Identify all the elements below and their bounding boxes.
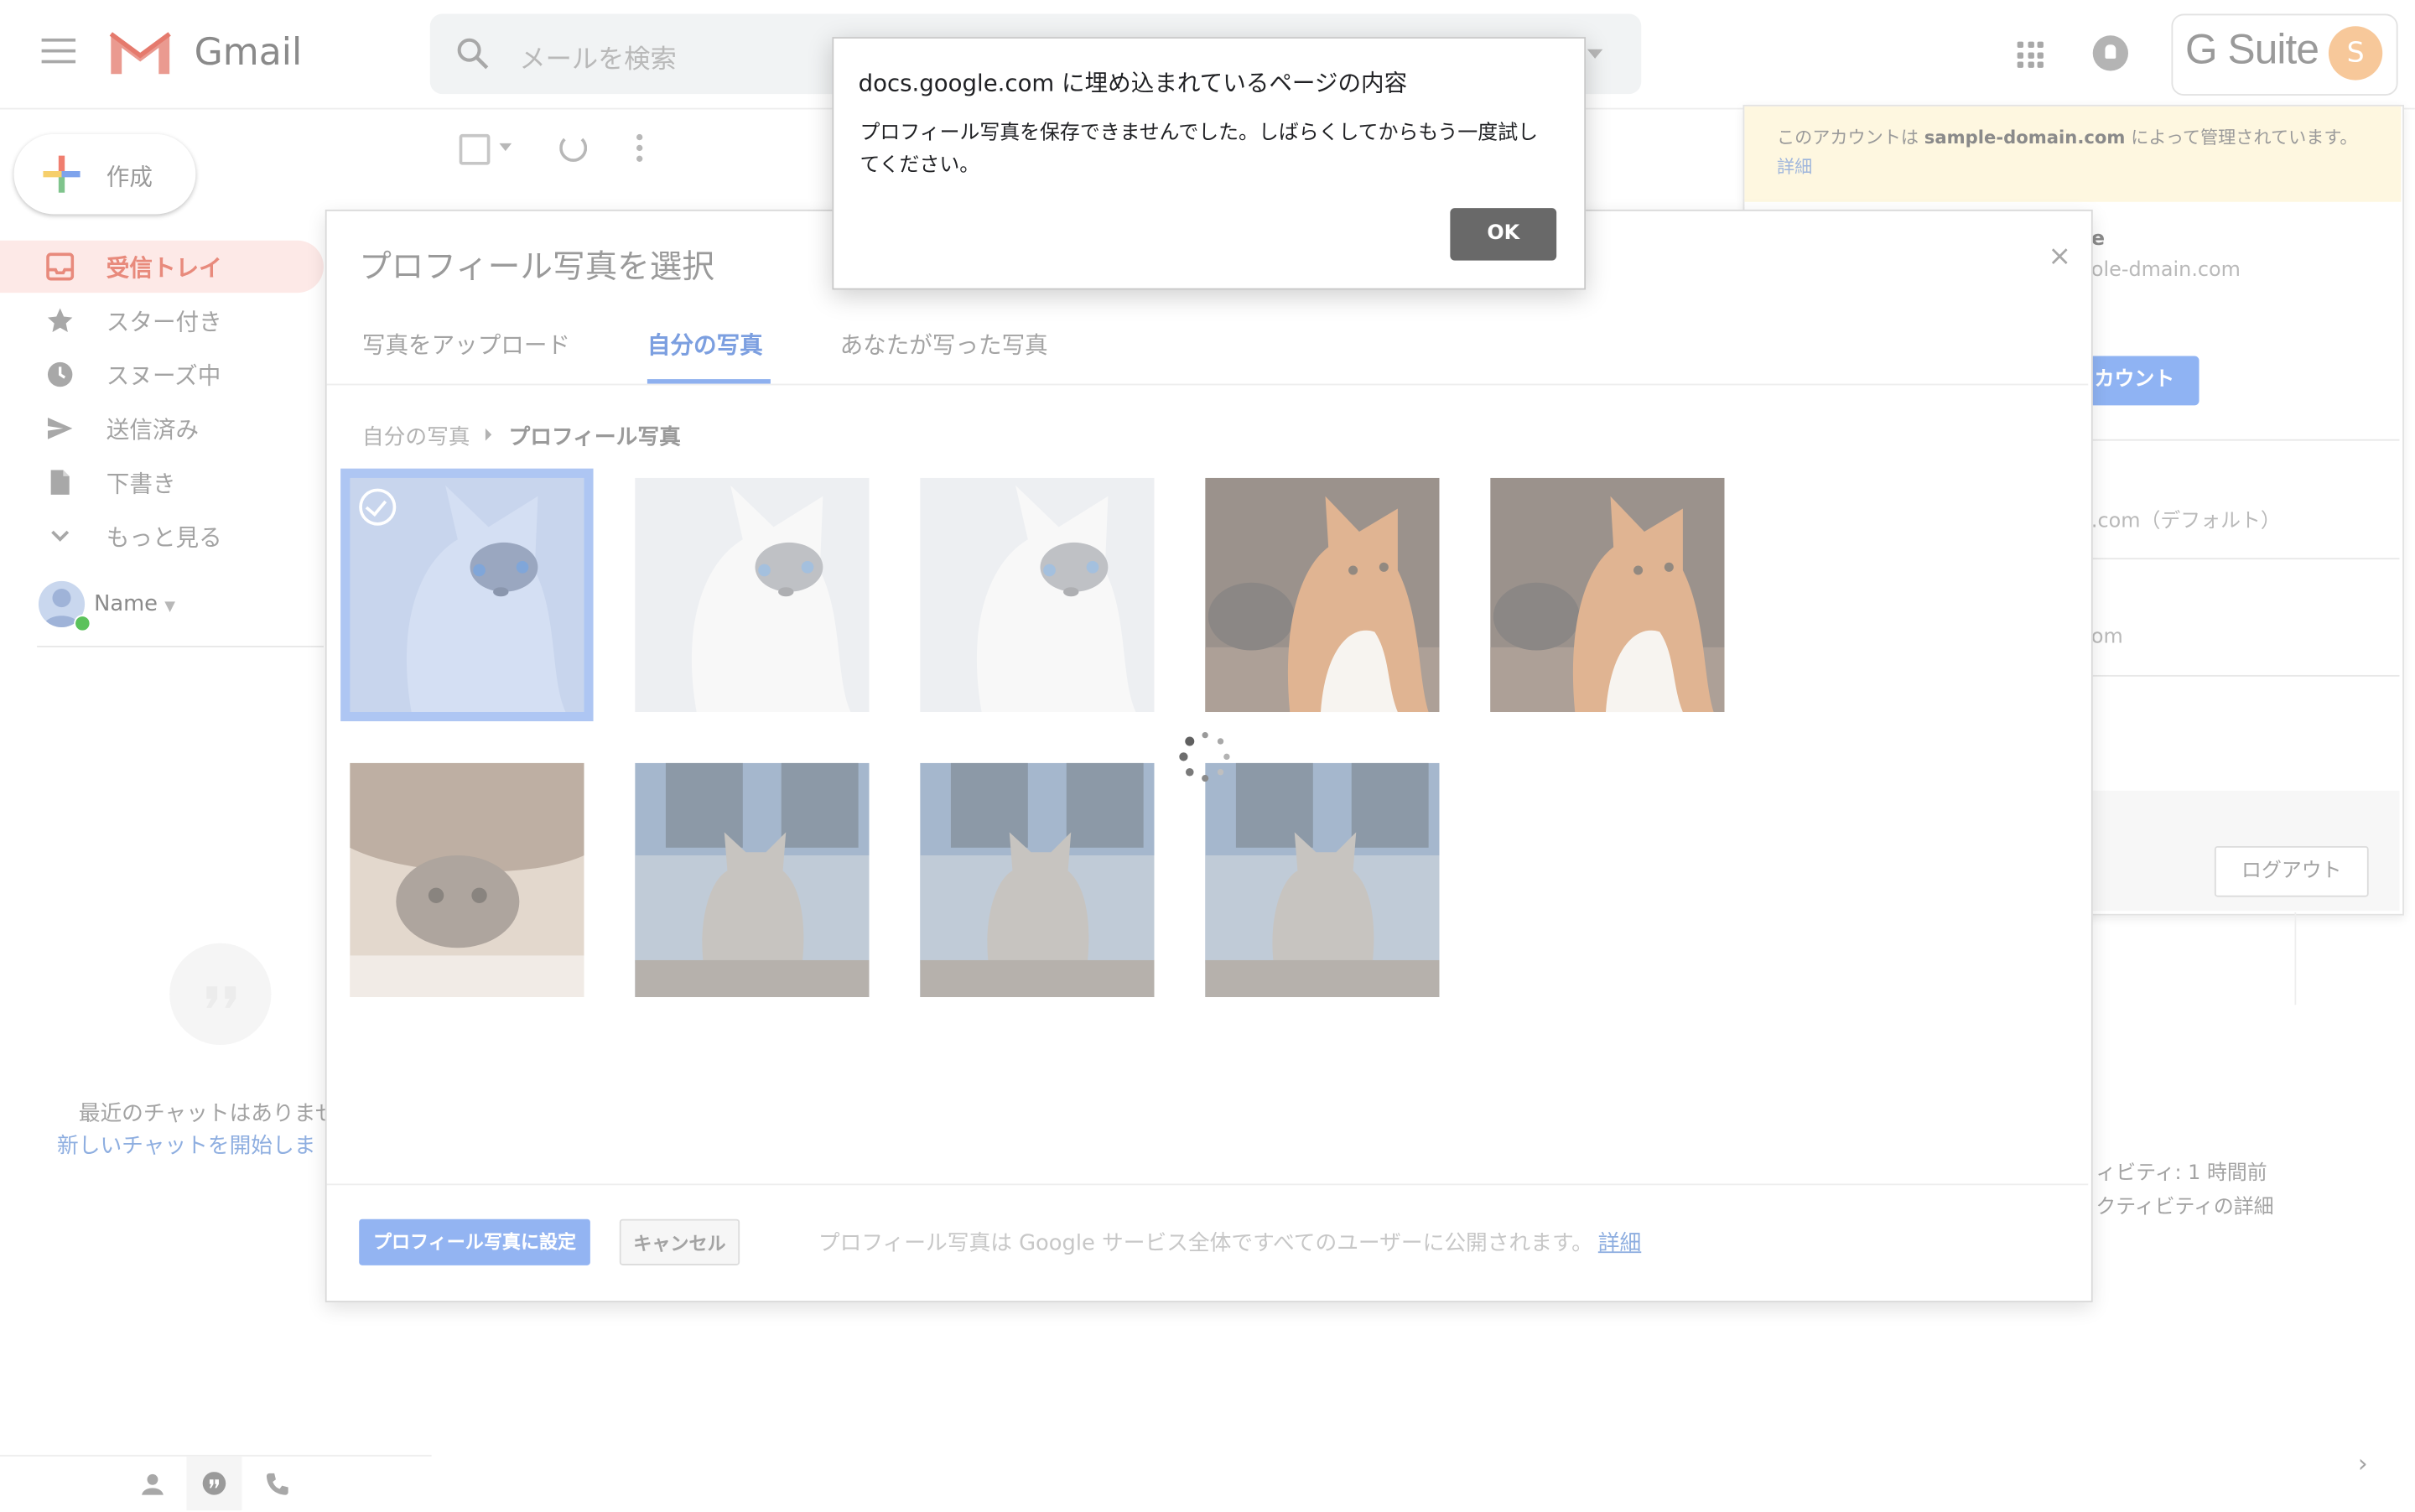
ok-button[interactable]: OK xyxy=(1450,208,1557,261)
photo-thumbnail[interactable] xyxy=(920,762,1155,998)
refresh-icon[interactable] xyxy=(559,133,588,162)
chat-empty-text: 最近のチャットはありませ xyxy=(78,1102,325,1127)
logout-button[interactable]: ログアウト xyxy=(2214,845,2369,897)
alert-title: docs.google.com に埋め込まれているページの内容 xyxy=(858,69,1408,97)
sidebar-item-inbox[interactable]: 受信トレイ xyxy=(0,240,324,294)
gmail-logo-icon xyxy=(108,28,173,83)
draft-icon xyxy=(46,469,74,496)
other-account-fragment[interactable]: om xyxy=(2091,626,2123,649)
compose-plus-icon xyxy=(43,155,80,193)
selected-check-icon xyxy=(359,488,397,526)
chevron-down-icon xyxy=(46,522,74,550)
set-profile-photo-button[interactable]: プロフィール写真に設定 xyxy=(359,1218,590,1265)
tab-photos-of-you[interactable]: あなたが写った写真 xyxy=(840,328,1048,361)
account-email-fragment: ole-dmain.com xyxy=(2090,258,2241,283)
hamburger-menu-icon[interactable] xyxy=(41,38,76,66)
panel-divider xyxy=(2090,674,2400,677)
search-input[interactable]: メールを検索 xyxy=(519,37,676,75)
inbox-icon xyxy=(46,252,75,281)
search-options-icon[interactable] xyxy=(1587,49,1603,59)
sidebar-divider xyxy=(37,646,324,647)
breadcrumb-chevron-icon xyxy=(485,428,492,441)
breadcrumb-my-photos[interactable]: 自分の写真 xyxy=(362,421,470,452)
photo-thumbnail[interactable] xyxy=(1205,477,1440,713)
sidebar-item-snoozed[interactable]: スヌーズ中 xyxy=(0,348,324,400)
panel-divider xyxy=(2090,439,2400,441)
breadcrumb-profile-photos: プロフィール写真 xyxy=(508,425,681,450)
apps-grid-icon[interactable] xyxy=(2017,41,2044,68)
sidebar-item-more[interactable]: もっと見る xyxy=(0,510,324,562)
photo-thumbnail[interactable] xyxy=(1490,477,1725,713)
photo-thumbnail[interactable] xyxy=(635,762,870,998)
start-chat-link[interactable]: 新しいチャットを開始しま xyxy=(57,1130,325,1161)
google-account-button[interactable]: カウント xyxy=(2088,356,2199,406)
activity-details-link[interactable]: クティビティの詳細 xyxy=(2096,1190,2273,1219)
sidebar-item-drafts[interactable]: 下書き xyxy=(0,456,324,508)
tabs-divider xyxy=(326,383,2089,386)
user-name[interactable]: Name ▼ xyxy=(94,592,175,616)
picker-footer-divider xyxy=(326,1183,2089,1186)
clock-icon xyxy=(46,361,74,388)
loading-spinner-icon xyxy=(1179,730,1231,782)
select-menu-chevron-icon[interactable] xyxy=(499,143,512,152)
expand-side-panel-icon[interactable]: › xyxy=(2358,1449,2368,1478)
contacts-icon[interactable] xyxy=(140,1472,164,1503)
panel-divider xyxy=(2090,558,2400,560)
sidebar-item-label: 下書き xyxy=(106,470,176,498)
sidebar-item-sent[interactable]: 送信済み xyxy=(0,403,324,455)
account-avatar[interactable]: S xyxy=(2328,26,2383,81)
photo-thumbnail[interactable] xyxy=(635,477,870,713)
send-icon xyxy=(46,414,74,442)
close-icon[interactable]: × xyxy=(2048,241,2071,273)
sidebar-item-label: 送信済み xyxy=(106,416,200,444)
visibility-note: プロフィール写真は Google サービス全体ですべてのユーザーに公開されます。 xyxy=(818,1231,1593,1256)
sidebar-item-label: もっと見る xyxy=(106,523,222,552)
compose-label: 作成 xyxy=(106,163,153,191)
star-icon xyxy=(46,307,74,335)
picker-title: プロフィール写真を選択 xyxy=(359,247,714,285)
default-account-fragment[interactable]: .com（デフォルト） xyxy=(2091,504,2281,533)
select-all-checkbox[interactable] xyxy=(459,133,491,165)
phone-icon[interactable] xyxy=(263,1470,291,1504)
more-options-icon[interactable] xyxy=(636,133,643,162)
cancel-button[interactable]: キャンセル xyxy=(619,1218,740,1265)
hangouts-chat-icon[interactable] xyxy=(202,1472,226,1504)
app-name: Gmail xyxy=(194,30,303,75)
banner-details-link[interactable]: 詳細 xyxy=(1777,156,1812,178)
learn-more-link[interactable]: 詳細 xyxy=(1598,1227,1641,1258)
panel-edge xyxy=(2294,912,2297,1005)
sidebar-item-label: 受信トレイ xyxy=(106,254,222,283)
photo-thumbnail[interactable] xyxy=(920,477,1155,713)
hangouts-icon xyxy=(169,943,272,1046)
alert-message: プロフィール写真を保存できませんでした。しばらくしてからもう一度試してください。 xyxy=(860,122,1538,178)
last-activity-text: ィビティ: 1 時間前 xyxy=(2096,1161,2267,1186)
photo-thumbnail[interactable] xyxy=(350,762,584,998)
search-icon[interactable] xyxy=(456,37,490,77)
tab-my-photos[interactable]: 自分の写真 xyxy=(647,328,763,361)
notifications-icon[interactable] xyxy=(2092,35,2129,71)
managed-account-text: このアカウントは sample-domain.com によって管理されています。… xyxy=(1776,126,2358,178)
sidebar-item-label: スヌーズ中 xyxy=(106,361,221,390)
tab-upload[interactable]: 写真をアップロード xyxy=(362,328,570,361)
sidebar-item-starred[interactable]: スター付き xyxy=(0,294,324,346)
account-name-fragment: e xyxy=(2090,227,2106,252)
gsuite-label: G Suite xyxy=(2185,26,2319,73)
compose-button[interactable] xyxy=(13,133,196,215)
online-status-icon xyxy=(74,615,91,632)
photo-thumbnail[interactable] xyxy=(1205,762,1440,998)
sidebar-item-label: スター付き xyxy=(106,308,222,336)
